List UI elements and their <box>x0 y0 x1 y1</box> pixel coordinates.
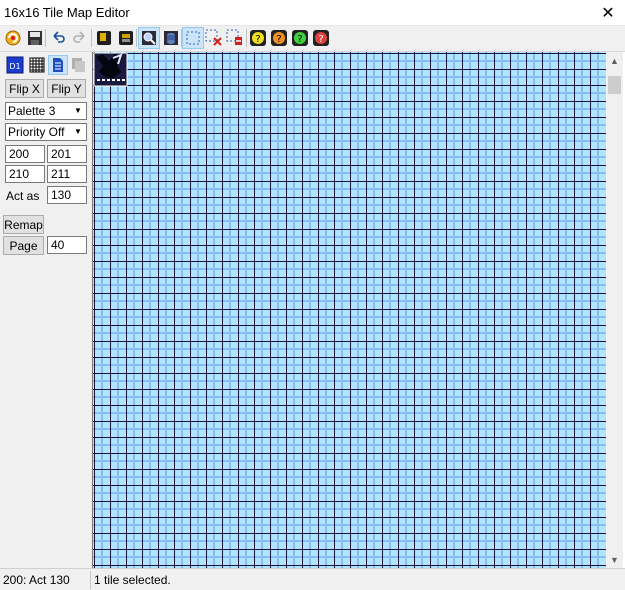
status-bar: 200: Act 130 1 tile selected. <box>0 568 625 590</box>
scroll-up-icon[interactable]: ▲ <box>606 52 623 69</box>
grid-toggle-button[interactable] <box>27 55 47 75</box>
help-green-icon: ? <box>292 30 308 46</box>
tile-field-top-left[interactable]: 200 <box>5 145 45 163</box>
page-button[interactable]: Page <box>3 236 44 255</box>
remap-button[interactable]: Remap <box>3 215 44 234</box>
clear-icon <box>205 29 222 46</box>
stack-icon <box>164 31 178 45</box>
layer-icon: D1 <box>6 56 24 74</box>
refresh-button[interactable] <box>2 27 24 49</box>
tile-dark-button[interactable] <box>115 27 137 49</box>
act-as-label: Act as <box>6 189 40 203</box>
tile-field-top-right[interactable]: 201 <box>47 145 87 163</box>
flip-y-button[interactable]: Flip Y <box>47 79 86 98</box>
tile-field-bottom-right[interactable]: 211 <box>47 165 87 183</box>
tile-button[interactable] <box>93 27 115 49</box>
help-red-button[interactable]: ? <box>310 27 332 49</box>
save-button[interactable] <box>24 27 46 49</box>
tile-map[interactable] <box>93 52 606 568</box>
tile-map-canvas[interactable] <box>92 52 606 568</box>
redo-button[interactable] <box>69 27 91 49</box>
toolbar: ? ? ? ? <box>0 26 625 52</box>
chevron-down-icon: ▼ <box>74 127 82 136</box>
grid-icon <box>29 57 45 73</box>
select-rect-button[interactable] <box>182 27 204 49</box>
undo-icon <box>53 31 65 43</box>
help-yellow-button[interactable]: ? <box>247 27 269 49</box>
svg-text:?: ? <box>276 34 281 45</box>
status-tile-info: 200: Act 130 <box>1 571 91 589</box>
scroll-down-icon[interactable]: ▼ <box>606 551 623 568</box>
selected-tile[interactable] <box>93 52 128 87</box>
zoom-icon <box>142 31 156 45</box>
help-green-button[interactable]: ? <box>289 27 311 49</box>
palette-select-value: Palette 3 <box>8 104 56 118</box>
priority-select-value: Priority Off <box>8 125 65 139</box>
copy-button[interactable] <box>68 55 88 75</box>
layer-d1-button[interactable]: D1 <box>5 55 25 75</box>
clear-area-button[interactable] <box>224 27 246 49</box>
tile-field-bottom-left[interactable]: 210 <box>5 165 45 183</box>
tile-icon <box>97 31 111 45</box>
save-icon <box>28 31 42 45</box>
close-icon: ✕ <box>601 5 615 22</box>
chevron-down-icon: ▼ <box>74 106 82 115</box>
stack-button[interactable] <box>160 27 182 49</box>
left-panel: D1 Flip X Flip Y Palette 3 ▼ Priority Of… <box>0 52 92 568</box>
help-orange-icon: ? <box>271 30 287 46</box>
zoom-button[interactable] <box>138 27 160 49</box>
help-red-icon: ? <box>313 30 329 46</box>
undo-button[interactable] <box>47 27 69 49</box>
svg-text:D1: D1 <box>9 62 20 71</box>
help-yellow-icon: ? <box>250 30 266 46</box>
title-bar: 16x16 Tile Map Editor ✕ <box>0 0 625 26</box>
clear-area-icon <box>226 29 242 45</box>
svg-text:?: ? <box>255 34 260 45</box>
refresh-icon <box>5 30 21 46</box>
document-icon <box>53 58 63 72</box>
page-field[interactable]: 40 <box>47 236 87 254</box>
page-view-button[interactable] <box>48 55 68 75</box>
priority-select[interactable]: Priority Off ▼ <box>5 123 87 141</box>
svg-text:?: ? <box>318 34 323 45</box>
status-selection: 1 tile selected. <box>94 573 171 587</box>
copy-icon <box>72 58 85 72</box>
act-as-field[interactable]: 130 <box>47 186 87 204</box>
close-button[interactable]: ✕ <box>591 0 625 26</box>
vertical-scrollbar[interactable]: ▲ ▼ <box>606 52 623 568</box>
tile-dark-icon <box>119 31 133 45</box>
select-rect-icon <box>186 31 200 45</box>
scroll-thumb[interactable] <box>608 76 621 94</box>
palette-select[interactable]: Palette 3 ▼ <box>5 102 87 120</box>
redo-icon <box>73 31 85 43</box>
clear-button[interactable] <box>203 27 225 49</box>
svg-text:?: ? <box>297 34 302 45</box>
help-orange-button[interactable]: ? <box>268 27 290 49</box>
window-title: 16x16 Tile Map Editor <box>4 5 130 20</box>
flip-x-button[interactable]: Flip X <box>5 79 44 98</box>
